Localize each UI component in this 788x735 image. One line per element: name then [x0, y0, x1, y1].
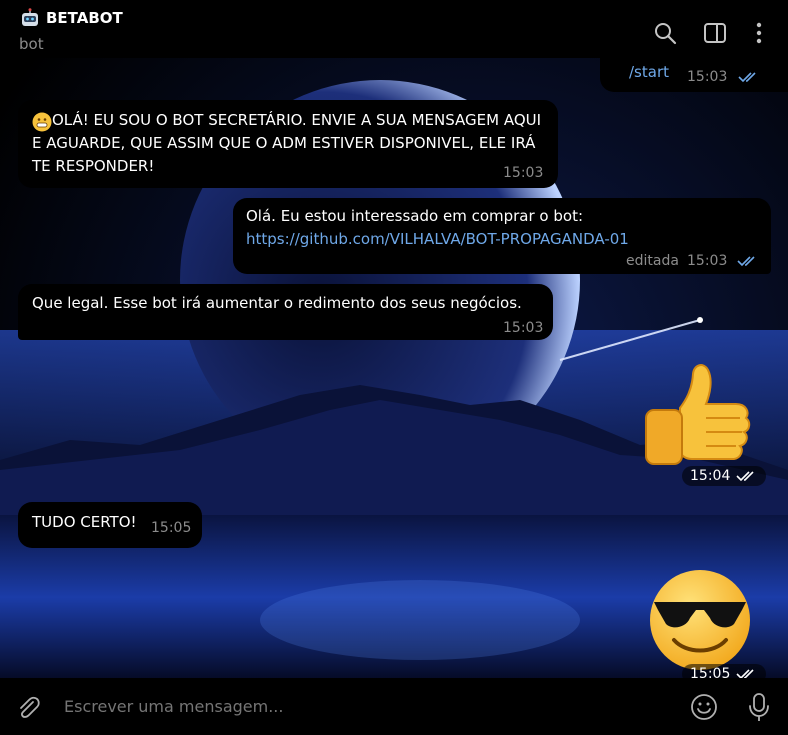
message-time: 15:04	[690, 468, 731, 484]
edited-label: editada	[626, 253, 679, 269]
message-input[interactable]	[62, 696, 626, 717]
double-check-icon	[736, 471, 754, 482]
microphone-icon[interactable]	[746, 692, 772, 722]
message-composer	[0, 678, 788, 735]
more-vertical-icon[interactable]	[746, 20, 772, 46]
attach-icon[interactable]	[14, 694, 42, 722]
thumbs-up-sticker[interactable]	[640, 360, 756, 470]
message-text: TUDO CERTO!	[32, 513, 137, 531]
chat-title: BETABOT	[46, 9, 123, 27]
chat-header: BETABOT bot	[0, 0, 788, 58]
chat-title-row[interactable]: BETABOT	[20, 8, 123, 28]
message-incoming-ok[interactable]: TUDO CERTO! 15:05	[18, 502, 202, 548]
command-link[interactable]: /start	[629, 61, 669, 84]
message-time: 15:03	[503, 320, 544, 336]
message-outgoing-start[interactable]: /start 15:03	[600, 58, 788, 92]
double-check-icon	[738, 72, 756, 83]
chat-subtitle: bot	[19, 35, 44, 53]
emoji-icon[interactable]	[690, 693, 718, 721]
message-text: Que legal. Esse bot irá aumentar o redim…	[32, 294, 522, 312]
message-text-line-3: TE RESPONDER!	[32, 157, 155, 175]
message-incoming-reply[interactable]: Que legal. Esse bot irá aumentar o redim…	[18, 284, 553, 340]
bot-emoji-icon	[22, 8, 38, 26]
sticker-meta: 15:04	[682, 466, 767, 486]
double-check-icon	[737, 256, 755, 267]
message-text: Olá. Eu estou interessado em comprar o b…	[246, 207, 584, 225]
sunglasses-face-sticker[interactable]	[644, 566, 756, 670]
search-icon[interactable]	[652, 20, 678, 46]
message-incoming-welcome[interactable]: OLÁ! EU SOU O BOT SECRETÁRIO. ENVIE A SU…	[18, 100, 558, 188]
message-text-line-2: E AGUARDE, QUE ASSIM QUE O ADM ESTIVER D…	[32, 134, 536, 152]
message-time: 15:03	[687, 69, 728, 85]
message-time: 15:05	[151, 520, 192, 536]
message-text-line-1: OLÁ! EU SOU O BOT SECRETÁRIO. ENVIE A SU…	[52, 111, 542, 129]
message-outgoing-interest[interactable]: Olá. Eu estou interessado em comprar o b…	[233, 198, 771, 274]
grinning-emoji-icon	[32, 112, 52, 132]
sidebar-toggle-icon[interactable]	[702, 20, 728, 46]
message-time: 15:03	[687, 253, 728, 269]
github-link[interactable]: https://github.com/VILHALVA/BOT-PROPAGAN…	[246, 228, 629, 251]
message-time: 15:03	[503, 165, 544, 181]
